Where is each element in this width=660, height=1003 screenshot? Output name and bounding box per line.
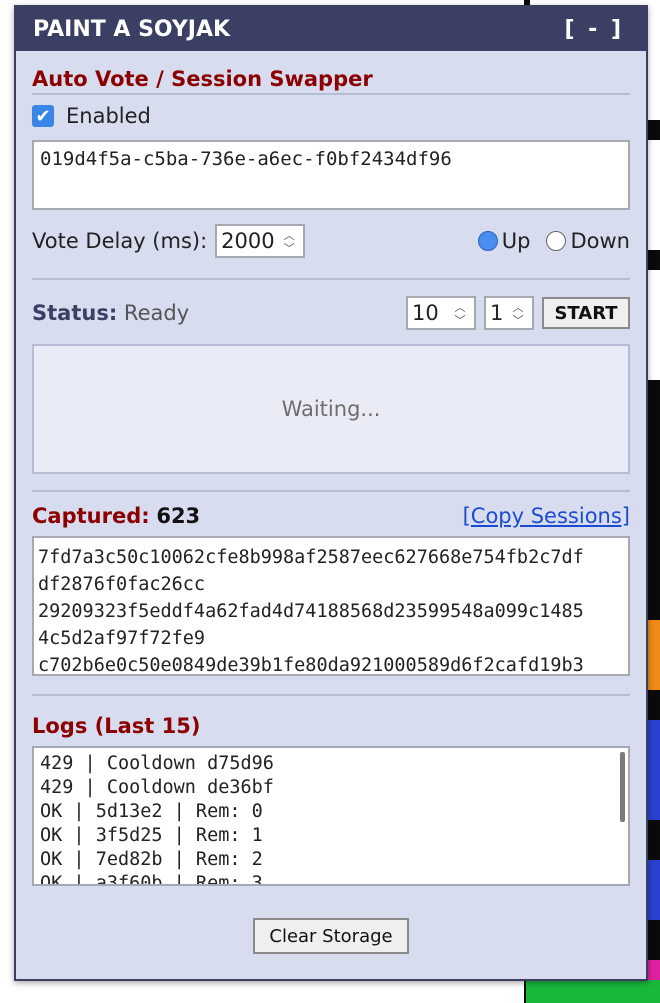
footer: Clear Storage	[32, 918, 630, 954]
captured-line: df2876f0fac26cc	[38, 574, 206, 595]
second-value: 1	[490, 301, 504, 325]
section-divider	[32, 694, 630, 696]
background-fragment	[648, 620, 660, 690]
log-line: 429 | Cooldown d75d96	[40, 753, 274, 774]
captured-label: Captured:	[32, 504, 150, 528]
background-fragment	[648, 860, 660, 920]
background-fragment	[526, 980, 660, 1003]
vote-down-radio[interactable]	[546, 231, 567, 251]
vote-up-label: Up	[501, 229, 531, 253]
status-label: Status:	[32, 301, 118, 325]
auto-vote-heading: Auto Vote / Session Swapper	[32, 51, 630, 95]
soyjak-panel: PAINT A SOYJAK [ - ] Auto Vote / Session…	[14, 5, 648, 981]
background-fragment	[648, 960, 660, 980]
background-fragment	[648, 720, 660, 820]
logs-scrollbar[interactable]	[620, 752, 625, 822]
status-display: Waiting...	[32, 344, 630, 474]
log-line: OK | a3f60b | Rem: 3	[40, 873, 263, 886]
captured-line: 29209323f5eddf4a62fad4d74188568d23599548…	[38, 601, 584, 622]
log-line: 429 | Cooldown de36bf	[40, 777, 274, 798]
clear-storage-button[interactable]: Clear Storage	[253, 918, 409, 954]
log-line: OK | 7ed82b | Rem: 2	[40, 849, 263, 870]
count-input[interactable]: 10 ︿ ﹀	[406, 296, 476, 330]
count-value: 10	[412, 301, 439, 325]
captured-title: Captured: 623	[32, 504, 200, 528]
vote-delay-row: Vote Delay (ms): 2000 ︿ ﹀ Up Down	[32, 224, 630, 258]
delay-group: Vote Delay (ms): 2000 ︿ ﹀	[32, 224, 306, 258]
vote-direction-group: Up Down	[477, 229, 630, 253]
status-text: Status: Ready	[32, 301, 189, 325]
vote-delay-label: Vote Delay (ms):	[32, 229, 208, 253]
captured-line: 4c5d2af97f72fe9	[38, 628, 206, 649]
vote-down-label: Down	[570, 229, 630, 253]
log-line: OK | 3f5d25 | Rem: 1	[40, 825, 263, 846]
status-value: Ready	[123, 301, 190, 325]
vote-up-radio[interactable]	[477, 231, 498, 251]
session-id-input[interactable]: 019d4f5a-c5ba-736e-a6ec-f0bf2434df96	[32, 140, 630, 210]
minimize-button[interactable]: [ - ]	[564, 17, 624, 42]
spinner-arrows-icon[interactable]: ︿ ﹀	[279, 228, 300, 256]
vote-delay-input[interactable]: 2000 ︿ ﹀	[215, 224, 306, 258]
status-controls: 10 ︿ ﹀ 1 ︿ ﹀ START	[406, 296, 630, 330]
enabled-label: Enabled	[66, 104, 151, 128]
check-icon: ✔	[35, 105, 51, 127]
captured-line: c702b6e0c50e0849de39b1fe80da921000589d6f…	[38, 655, 584, 676]
captured-header: Captured: 623 [Copy Sessions]	[32, 504, 630, 528]
background-fragment	[648, 140, 660, 250]
captured-count: 623	[156, 504, 201, 528]
spinner-arrows-icon[interactable]: ︿ ﹀	[508, 300, 528, 328]
logs-heading: Logs (Last 15)	[32, 714, 201, 738]
second-input[interactable]: 1 ︿ ﹀	[484, 296, 534, 330]
captured-line: 7fd7a3c50c10062cfe8b998af2587eec627668e7…	[38, 547, 584, 568]
enabled-row: ✔ Enabled	[32, 104, 630, 128]
captured-sessions-textarea[interactable]: 7fd7a3c50c10062cfe8b998af2587eec627668e7…	[32, 536, 630, 676]
copy-sessions-link[interactable]: [Copy Sessions]	[463, 504, 630, 528]
session-id-value: 019d4f5a-c5ba-736e-a6ec-f0bf2434df96	[40, 148, 452, 170]
section-divider	[32, 490, 630, 492]
panel-titlebar[interactable]: PAINT A SOYJAK [ - ]	[16, 7, 646, 51]
status-row: Status: Ready 10 ︿ ﹀ 1 ︿ ﹀ START	[32, 296, 630, 330]
spinner-arrows-icon[interactable]: ︿ ﹀	[450, 300, 470, 328]
waiting-text: Waiting...	[281, 397, 381, 421]
section-divider	[32, 278, 630, 280]
enabled-checkbox[interactable]: ✔	[32, 105, 54, 127]
vote-delay-value: 2000	[221, 229, 275, 253]
start-button[interactable]: START	[542, 297, 630, 329]
panel-title: PAINT A SOYJAK	[33, 16, 231, 42]
log-line: OK | 5d13e2 | Rem: 0	[40, 801, 263, 822]
background-fragment	[648, 270, 660, 380]
logs-textarea[interactable]: 429 | Cooldown d75d96 429 | Cooldown de3…	[32, 746, 630, 886]
